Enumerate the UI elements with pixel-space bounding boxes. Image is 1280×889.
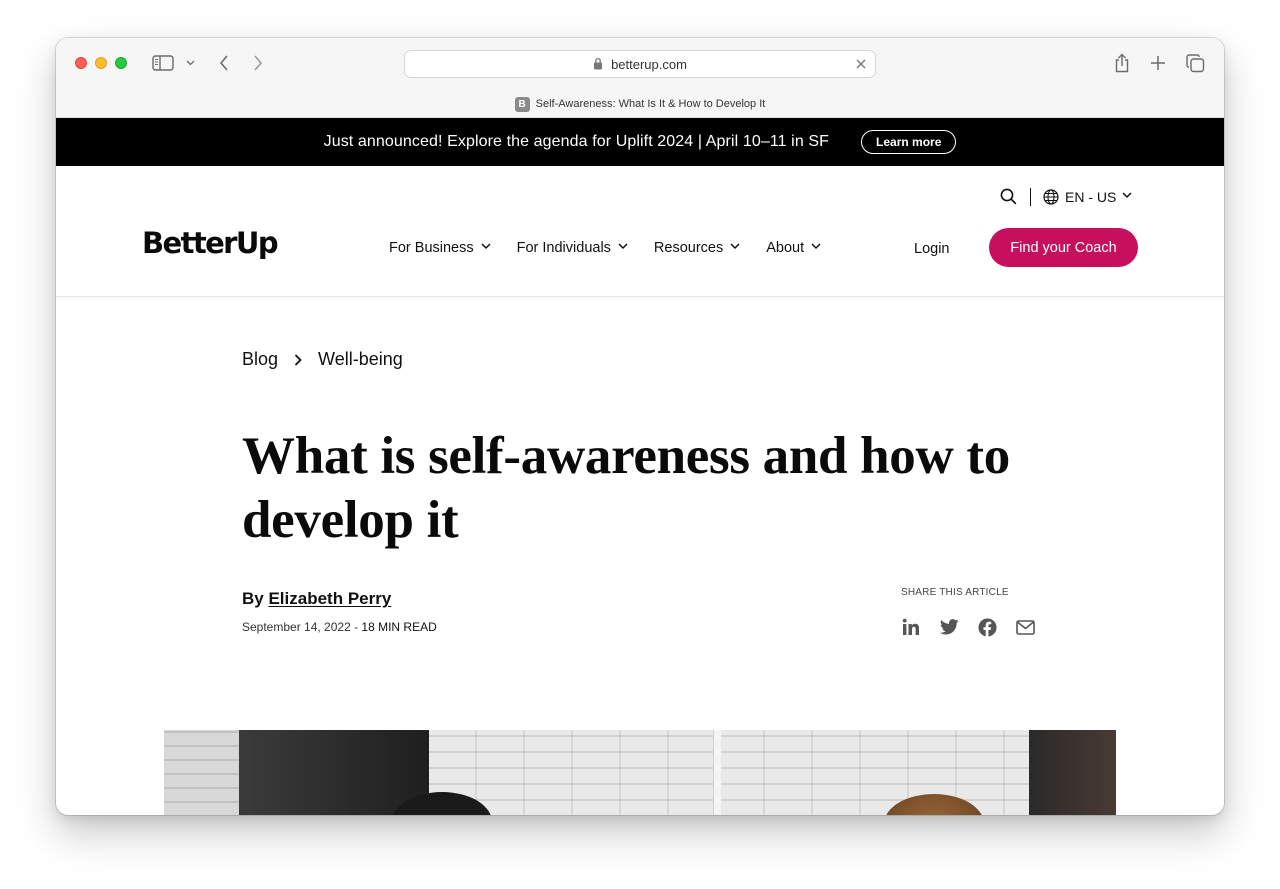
share-buttons: [901, 617, 1035, 637]
close-window-button[interactable]: [75, 57, 87, 69]
hero-dark-area-right: [1029, 730, 1116, 815]
facebook-icon[interactable]: [977, 617, 997, 637]
hero-pole: [713, 730, 721, 815]
url-text: betterup.com: [611, 56, 687, 72]
sidebar-icon[interactable]: [152, 54, 174, 72]
nav-for-individuals[interactable]: For Individuals: [517, 240, 628, 256]
chevron-down-icon: [618, 243, 628, 253]
chevron-down-icon[interactable]: [1122, 192, 1132, 202]
article-meta: September 14, 2022 - 18 MIN READ: [242, 620, 437, 634]
author-link[interactable]: Elizabeth Perry: [268, 589, 391, 608]
zoom-window-button[interactable]: [115, 57, 127, 69]
share-label: SHARE THIS ARTICLE: [901, 587, 1009, 598]
article-title: What is self-awareness and how to develo…: [242, 427, 1010, 549]
browser-window: betterup.com B Self-Awareness: What Is I…: [56, 38, 1224, 815]
minimize-window-button[interactable]: [95, 57, 107, 69]
nav-label: For Individuals: [516, 240, 611, 256]
plus-icon[interactable]: [1148, 52, 1168, 74]
meta-separator: -: [350, 620, 362, 634]
read-time: 18 MIN READ: [361, 620, 437, 634]
announcement-bar: Just announced! Explore the agenda for U…: [56, 118, 1224, 166]
nav-about[interactable]: About: [766, 240, 821, 256]
byline: By Elizabeth Perry: [242, 589, 391, 609]
linkedin-icon[interactable]: [901, 617, 921, 637]
announcement-text: Just announced! Explore the agenda for U…: [323, 133, 830, 150]
chevron-down-icon: [811, 243, 821, 253]
betterup-logo[interactable]: BetterUp: [142, 226, 279, 260]
nav-label: About: [766, 240, 805, 256]
nav-label: For Business: [389, 240, 474, 256]
tab-title: Self-Awareness: What Is It & How to Deve…: [535, 98, 766, 110]
share-icon[interactable]: [1112, 51, 1132, 75]
publish-date: September 14, 2022: [242, 620, 351, 634]
lock-icon: [593, 57, 605, 71]
breadcrumb-well-being[interactable]: Well-being: [318, 349, 403, 370]
favicon-icon: B: [514, 96, 530, 112]
active-tab[interactable]: B Self-Awareness: What Is It & How to De…: [56, 96, 1224, 112]
utility-nav: EN - US: [1000, 186, 1132, 208]
globe-icon[interactable]: [1043, 189, 1059, 205]
twitter-icon[interactable]: [939, 617, 959, 637]
language-selector[interactable]: EN - US: [1065, 189, 1116, 205]
search-icon[interactable]: [1000, 188, 1018, 206]
find-your-coach-button[interactable]: Find your Coach: [989, 228, 1138, 267]
divider: [1030, 188, 1031, 206]
hero-dark-area: [239, 730, 429, 815]
chevron-down-icon: [730, 243, 740, 253]
nav-label: Resources: [653, 240, 724, 256]
main-nav: For Business For Individuals Resources A…: [389, 240, 847, 256]
learn-more-button[interactable]: Learn more: [861, 130, 957, 154]
site-header: EN - US BetterUp For Business For Indivi…: [56, 166, 1224, 297]
breadcrumb: Blog Well-being: [242, 349, 403, 370]
login-link[interactable]: Login: [914, 241, 949, 257]
close-icon[interactable]: [853, 56, 869, 72]
byline-prefix: By: [242, 589, 264, 608]
chevron-right-icon: [294, 353, 304, 366]
window-controls: [75, 57, 127, 69]
breadcrumb-blog[interactable]: Blog: [242, 349, 278, 370]
hero-image: [164, 730, 1116, 815]
chevron-down-icon: [481, 243, 491, 253]
tab-overview-icon[interactable]: [1184, 52, 1206, 74]
address-bar[interactable]: betterup.com: [404, 50, 876, 78]
nav-resources[interactable]: Resources: [654, 240, 740, 256]
chevron-down-icon[interactable]: [184, 55, 196, 71]
nav-for-business[interactable]: For Business: [389, 240, 491, 256]
browser-toolbar: betterup.com B Self-Awareness: What Is I…: [56, 38, 1224, 118]
back-arrow-icon[interactable]: [216, 53, 232, 73]
email-icon[interactable]: [1015, 617, 1035, 637]
hero-left-wall: [164, 730, 239, 815]
forward-arrow-icon[interactable]: [250, 53, 266, 73]
